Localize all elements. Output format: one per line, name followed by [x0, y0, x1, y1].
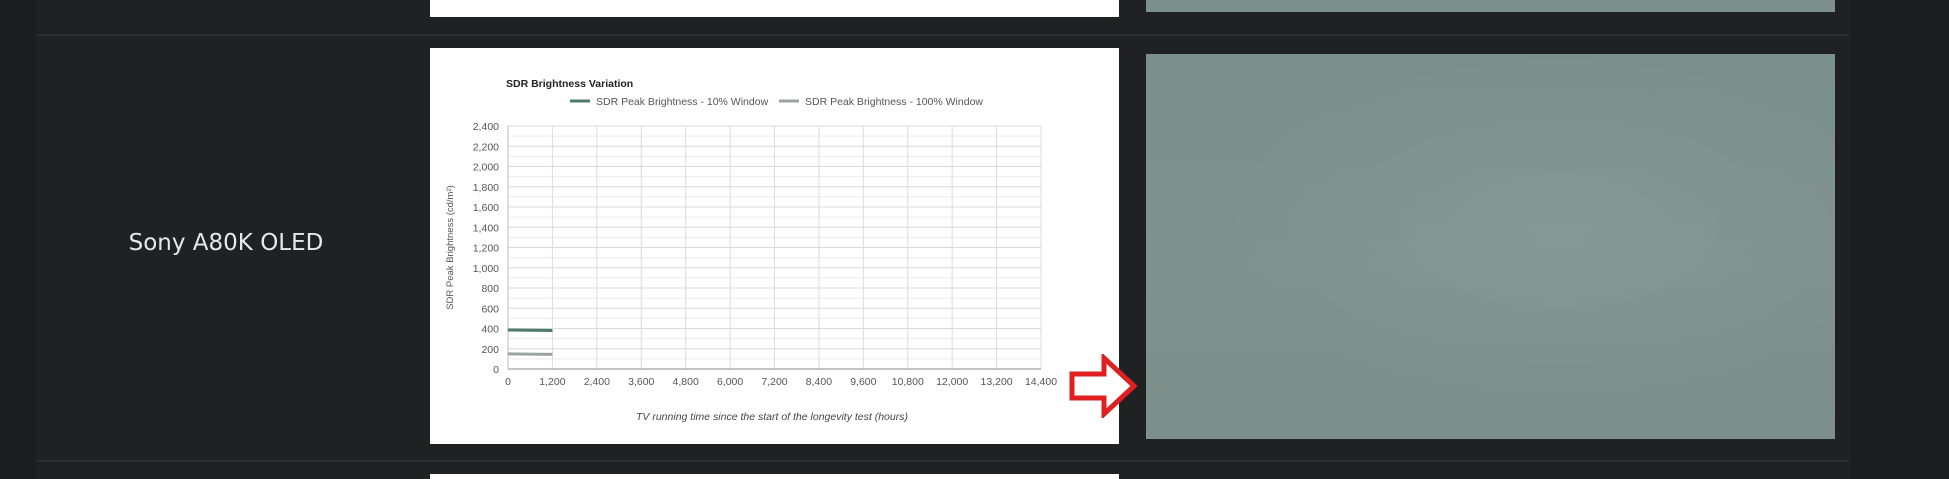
y-tick-label: 1,800: [473, 182, 499, 194]
tv-model-name: Sony A80K OLED: [128, 230, 324, 256]
legend-label: SDR Peak Brightness - 10% Window: [596, 96, 769, 108]
right-gutter: [1850, 0, 1949, 479]
brightness-chart: 0 200 400 600 800 1,000 1,200 1,400 1,600 1,800 2,…: [445, 78, 1057, 423]
chart-title: SDR Brightness Variation: [506, 78, 633, 90]
brightness-chart-image[interactable]: 0 200 400 600 800 1,000 1,200 1,400 1,600 1,800 2,…: [430, 48, 1119, 444]
row-divider-top: [36, 34, 1850, 36]
tv-screen-photo[interactable]: [1146, 54, 1835, 439]
x-tick-label: 14,400: [1025, 376, 1057, 388]
y-axis-label: SDR Peak Brightness (cd/m²): [445, 185, 456, 310]
next-row-chart-edge: [430, 474, 1119, 479]
x-tick-label: 7,200: [761, 376, 787, 388]
series-line-100-percent: [507, 352, 553, 356]
y-tick-label: 800: [481, 283, 499, 295]
left-gutter: [0, 0, 36, 479]
y-tick-label: 1,000: [473, 263, 499, 275]
x-tick-label: 3,600: [628, 376, 654, 388]
y-tick-label: 600: [481, 303, 499, 315]
x-axis-label: TV running time since the start of the l…: [636, 411, 908, 423]
x-tick-label: 9,600: [850, 376, 876, 388]
series-line-10-percent: [507, 328, 553, 333]
y-tick-label: 2,200: [473, 141, 499, 153]
y-tick-label: 1,200: [473, 243, 499, 255]
y-tick-label: 400: [481, 324, 499, 336]
y-tick-label: 2,000: [473, 162, 499, 174]
photo-sheen: [1146, 54, 1835, 439]
x-tick-label: 0: [505, 376, 511, 388]
y-tick-label: 1,600: [473, 202, 499, 214]
y-tick-label: 0: [493, 364, 499, 376]
previous-row-chart-edge: [430, 0, 1119, 17]
x-tick-label: 8,400: [806, 376, 832, 388]
legend-label: SDR Peak Brightness - 100% Window: [805, 96, 983, 108]
row-divider-bottom: [36, 460, 1850, 462]
right-arrow-icon: [1069, 354, 1138, 418]
y-tick-label: 200: [481, 344, 499, 356]
x-tick-label: 1,200: [539, 376, 565, 388]
x-tick-label: 13,200: [981, 376, 1013, 388]
x-tick-label: 2,400: [584, 376, 610, 388]
x-tick-label: 10,800: [892, 376, 924, 388]
previous-row-photo-edge: [1146, 0, 1835, 12]
y-tick-label: 1,400: [473, 222, 499, 234]
y-tick-label: 2,400: [473, 121, 499, 133]
x-tick-label: 4,800: [673, 376, 699, 388]
x-tick-label: 6,000: [717, 376, 743, 388]
x-tick-label: 12,000: [936, 376, 968, 388]
